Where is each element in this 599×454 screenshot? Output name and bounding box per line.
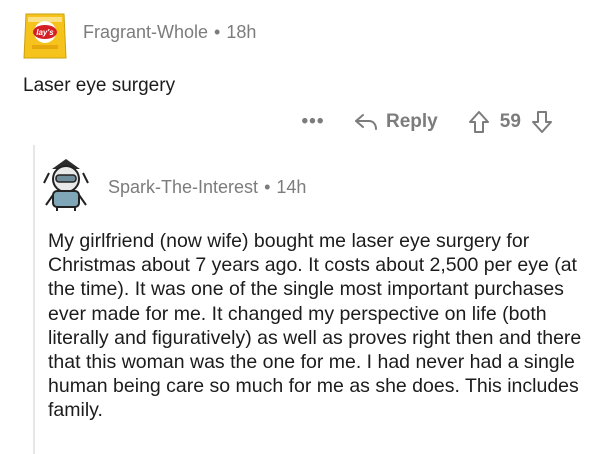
upvote-arrow-icon[interactable] [468,110,490,134]
avatar[interactable]: lay's [22,10,68,62]
more-dots-icon[interactable]: ••• [300,111,326,133]
comment-actions: ••• Reply 59 [300,108,590,136]
avatar[interactable] [40,155,92,213]
meta-separator: • [214,22,221,42]
comment-age: 18h [226,22,257,42]
comment-body: Laser eye surgery [23,75,176,96]
chip-bag-avatar-icon: lay's [23,13,67,59]
vote-controls: 59 [468,110,553,134]
reply-age: 14h [276,177,307,197]
reply-body: My girlfriend (now wife) bought me laser… [48,230,582,422]
reply-button[interactable]: Reply [354,111,438,133]
meta-separator: • [264,177,271,197]
reply-arrow-icon [355,114,377,130]
snoo-avatar-icon [43,159,89,211]
reply-meta: Spark-The-Interest • 14h [108,177,306,198]
reply-author[interactable]: Spark-The-Interest [108,177,258,197]
svg-text:lay's: lay's [36,28,54,37]
downvote-arrow-icon[interactable] [531,110,553,134]
comment-author[interactable]: Fragrant-Whole [83,22,208,42]
comment-meta: Fragrant-Whole • 18h [83,22,256,43]
reply-label: Reply [386,111,438,132]
thread-line[interactable] [33,145,35,454]
vote-score: 59 [499,111,521,132]
